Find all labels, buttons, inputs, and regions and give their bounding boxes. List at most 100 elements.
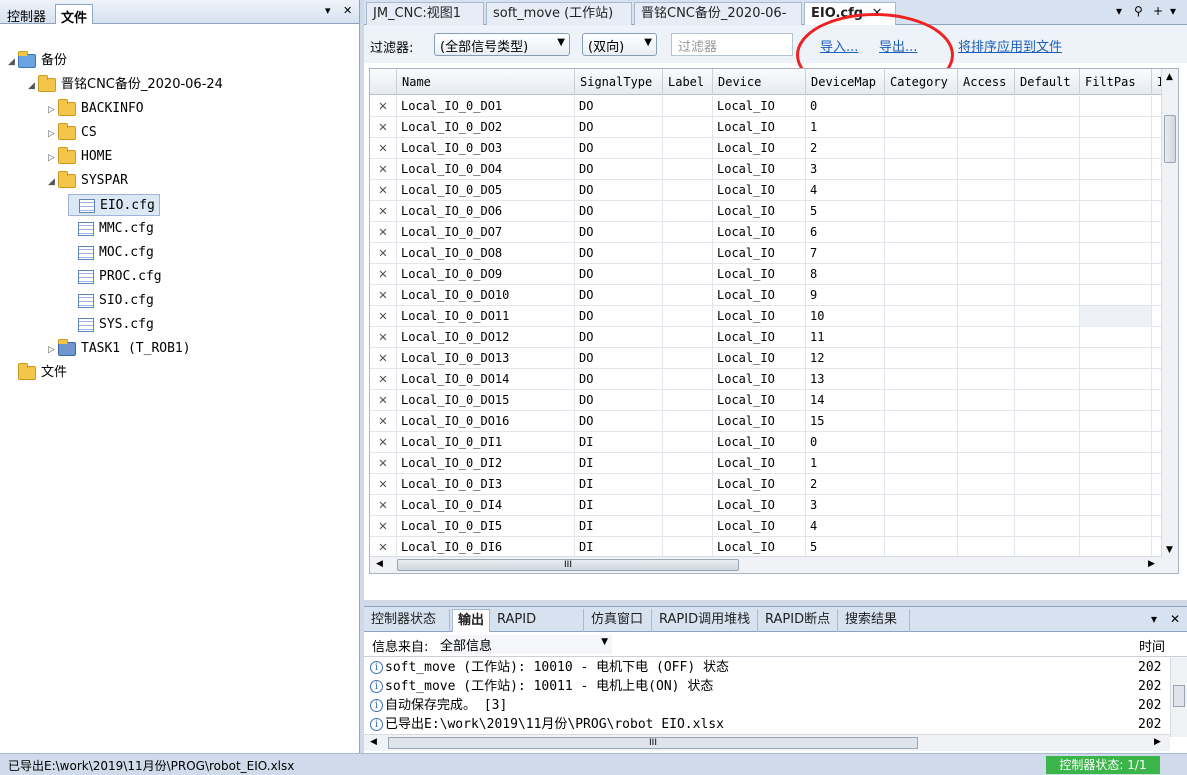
table-cell[interactable]: Local_IO: [713, 369, 806, 390]
delete-row-icon[interactable]: ✕: [370, 201, 397, 222]
table-cell[interactable]: [663, 243, 713, 264]
table-cell[interactable]: [663, 138, 713, 159]
table-cell[interactable]: [885, 327, 958, 348]
row-marker-header[interactable]: [370, 69, 397, 95]
horizontal-scroll-thumb[interactable]: III: [397, 559, 739, 571]
table-cell[interactable]: [663, 159, 713, 180]
delete-row-icon[interactable]: ✕: [370, 117, 397, 138]
delete-row-icon[interactable]: ✕: [370, 327, 397, 348]
table-cell[interactable]: DI: [575, 432, 663, 453]
table-cell[interactable]: [958, 180, 1015, 201]
table-cell[interactable]: [663, 516, 713, 537]
table-cell[interactable]: Local_IO: [713, 117, 806, 138]
table-cell[interactable]: [663, 411, 713, 432]
table-cell[interactable]: [1080, 516, 1152, 537]
table-cell[interactable]: DI: [575, 474, 663, 495]
table-cell[interactable]: Local_IO_0_DI3: [397, 474, 575, 495]
column-header[interactable]: DeviceMap: [806, 69, 885, 95]
table-cell[interactable]: [1015, 96, 1080, 117]
table-cell[interactable]: 14: [806, 390, 885, 411]
tree-node[interactable]: ▷ HOME: [48, 146, 112, 168]
table-row[interactable]: ✕ Local_IO_0_DI2 DI Local_IO 1: [370, 453, 1162, 474]
table-cell[interactable]: [663, 96, 713, 117]
table-cell[interactable]: Local_IO_0_DO2: [397, 117, 575, 138]
info-source-select[interactable]: 全部信息 ▼: [440, 635, 612, 654]
table-cell[interactable]: [1015, 180, 1080, 201]
table-cell[interactable]: [1080, 474, 1152, 495]
expand-toggle-icon[interactable]: ▷: [48, 99, 58, 121]
table-row[interactable]: ✕ Local_IO_0_DO2 DO Local_IO 1: [370, 117, 1162, 138]
search-icon[interactable]: ⚲: [1134, 4, 1143, 18]
table-cell[interactable]: [958, 138, 1015, 159]
scroll-right-icon[interactable]: ▶: [1154, 737, 1161, 747]
table-cell[interactable]: Local_IO: [713, 180, 806, 201]
table-cell[interactable]: [1080, 117, 1152, 138]
log-line[interactable]: i soft_move (工作站): 10011 - 电机上电(ON) 状态: [370, 677, 713, 696]
table-cell[interactable]: [663, 327, 713, 348]
table-cell[interactable]: 5: [806, 537, 885, 558]
table-cell[interactable]: [1015, 201, 1080, 222]
column-header[interactable]: Device: [713, 69, 806, 95]
tree-node[interactable]: MOC.cfg: [68, 242, 154, 264]
delete-row-icon[interactable]: ✕: [370, 495, 397, 516]
table-row[interactable]: ✕ Local_IO_0_DO14 DO Local_IO 13: [370, 369, 1162, 390]
tree-node[interactable]: ▷ CS: [48, 122, 97, 144]
delete-row-icon[interactable]: ✕: [370, 348, 397, 369]
table-cell[interactable]: Local_IO: [713, 264, 806, 285]
table-cell[interactable]: Local_IO: [713, 474, 806, 495]
table-cell[interactable]: [885, 201, 958, 222]
table-cell[interactable]: Local_IO: [713, 348, 806, 369]
table-cell[interactable]: [958, 243, 1015, 264]
table-cell[interactable]: [663, 285, 713, 306]
table-cell[interactable]: [885, 369, 958, 390]
table-cell[interactable]: Local_IO_0_DO6: [397, 201, 575, 222]
output-vertical-scrollbar[interactable]: [1170, 657, 1187, 737]
panel-menu-icon[interactable]: ▾: [325, 4, 331, 17]
table-cell[interactable]: Local_IO: [713, 138, 806, 159]
scroll-down-icon[interactable]: ▼: [1166, 545, 1173, 555]
table-cell[interactable]: Local_IO: [713, 159, 806, 180]
scroll-left-icon[interactable]: ◀: [376, 559, 383, 569]
table-cell[interactable]: Local_IO_0_DO5: [397, 180, 575, 201]
tree-node[interactable]: MMC.cfg: [68, 218, 154, 240]
table-cell[interactable]: Local_IO: [713, 516, 806, 537]
table-cell[interactable]: [958, 474, 1015, 495]
table-row[interactable]: ✕ Local_IO_0_DI3 DI Local_IO 2: [370, 474, 1162, 495]
table-cell[interactable]: [885, 495, 958, 516]
column-header[interactable]: SignalType: [575, 69, 663, 95]
table-cell[interactable]: Local_IO: [713, 96, 806, 117]
tab-backup[interactable]: 晋铭CNC备份_2020-06-24: [634, 2, 802, 42]
table-row[interactable]: ✕ Local_IO_0_DO6 DO Local_IO 5: [370, 201, 1162, 222]
table-cell[interactable]: DI: [575, 516, 663, 537]
table-cell[interactable]: [958, 117, 1015, 138]
table-cell[interactable]: [885, 243, 958, 264]
table-cell[interactable]: [1015, 390, 1080, 411]
table-cell[interactable]: [663, 180, 713, 201]
table-cell[interactable]: 4: [806, 180, 885, 201]
table-cell[interactable]: DO: [575, 306, 663, 327]
table-cell[interactable]: [1080, 369, 1152, 390]
table-cell[interactable]: [885, 138, 958, 159]
table-cell[interactable]: [1080, 327, 1152, 348]
table-cell[interactable]: Local_IO_0_DO15: [397, 390, 575, 411]
table-cell[interactable]: [1015, 327, 1080, 348]
output-vscroll-thumb[interactable]: [1173, 685, 1185, 707]
vertical-scroll-thumb[interactable]: [1164, 115, 1176, 163]
vertical-scrollbar[interactable]: ▲ ▼: [1161, 69, 1178, 573]
horizontal-scrollbar[interactable]: ◀ III ▶: [370, 556, 1162, 573]
table-cell[interactable]: [885, 264, 958, 285]
table-cell[interactable]: Local_IO_0_DO3: [397, 138, 575, 159]
table-cell[interactable]: DO: [575, 222, 663, 243]
table-cell[interactable]: 6: [806, 222, 885, 243]
table-cell[interactable]: [958, 411, 1015, 432]
table-row[interactable]: ✕ Local_IO_0_DO15 DO Local_IO 14: [370, 390, 1162, 411]
tree-node[interactable]: 文件: [8, 362, 67, 384]
table-cell[interactable]: [885, 180, 958, 201]
tab-jm-cnc-view[interactable]: JM_CNC:视图1: [366, 2, 484, 25]
table-cell[interactable]: 12: [806, 348, 885, 369]
table-cell[interactable]: [663, 474, 713, 495]
table-cell[interactable]: [1080, 96, 1152, 117]
table-row[interactable]: ✕ Local_IO_0_DI4 DI Local_IO 3: [370, 495, 1162, 516]
tab-controller[interactable]: 控制器: [2, 4, 51, 25]
table-cell[interactable]: [1015, 411, 1080, 432]
